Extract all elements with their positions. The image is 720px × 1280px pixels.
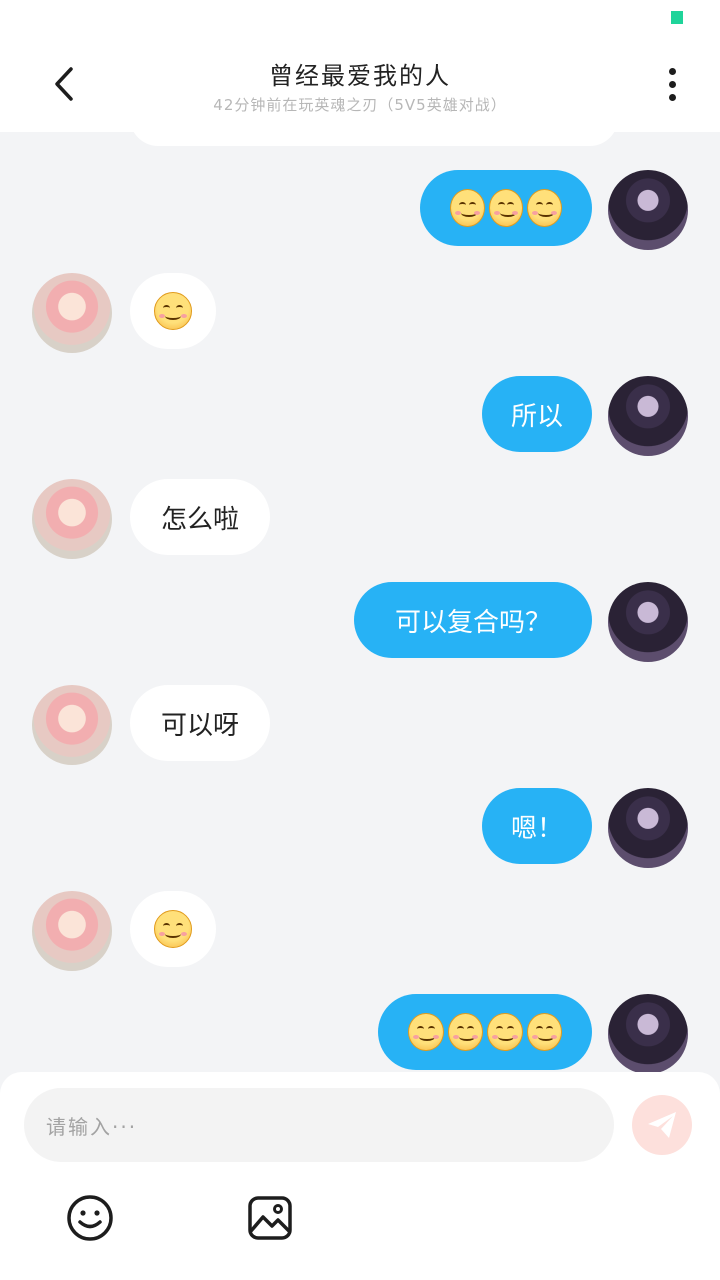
emoji-picker-button[interactable] bbox=[66, 1194, 114, 1242]
message-row: 可以复合吗？ bbox=[0, 582, 720, 662]
message-row bbox=[0, 994, 720, 1072]
contact-message-bubble[interactable] bbox=[130, 891, 216, 967]
status-indicator bbox=[671, 11, 683, 24]
message-row bbox=[0, 170, 720, 250]
my-avatar[interactable] bbox=[608, 170, 688, 250]
message-text: 所以 bbox=[510, 401, 563, 432]
message-row bbox=[0, 273, 720, 353]
previous-message-bubble bbox=[130, 132, 618, 146]
more-options-button[interactable] bbox=[652, 64, 692, 104]
message-composer: 请输入··· bbox=[0, 1072, 720, 1280]
smile-emoji-icon bbox=[527, 189, 563, 227]
message-list[interactable]: 所以 怎么啦 可以复合吗？ 可以呀 嗯！ bbox=[0, 132, 720, 1072]
contact-avatar[interactable] bbox=[32, 685, 112, 765]
my-avatar[interactable] bbox=[608, 994, 688, 1072]
smile-emoji-icon bbox=[408, 1013, 444, 1051]
message-input[interactable]: 请输入··· bbox=[24, 1088, 614, 1162]
image-icon bbox=[248, 1196, 292, 1240]
message-row: 怎么啦 bbox=[0, 479, 720, 559]
smile-emoji-icon bbox=[450, 189, 485, 227]
my-message-bubble[interactable] bbox=[378, 994, 592, 1070]
contact-avatar[interactable] bbox=[32, 479, 112, 559]
my-message-bubble[interactable] bbox=[420, 170, 592, 246]
message-row: 可以呀 bbox=[0, 685, 720, 765]
smile-emoji-icon bbox=[154, 910, 192, 948]
more-vertical-icon bbox=[668, 67, 676, 75]
my-message-bubble[interactable]: 所以 bbox=[482, 376, 592, 452]
contact-avatar[interactable] bbox=[32, 891, 112, 971]
message-text: 可以呀 bbox=[160, 710, 239, 741]
message-row bbox=[0, 891, 720, 971]
message-row: 所以 bbox=[0, 376, 720, 456]
smile-emoji-icon bbox=[154, 292, 192, 330]
my-message-bubble[interactable]: 可以复合吗？ bbox=[354, 582, 592, 658]
message-input-placeholder: 请输入··· bbox=[46, 1114, 138, 1139]
message-row: 嗯！ bbox=[0, 788, 720, 868]
chat-header: 曾经最爱我的人 42分钟前在玩英魂之刃（5V5英雄对战） bbox=[0, 34, 720, 132]
message-text: 嗯！ bbox=[510, 813, 563, 844]
message-text: 可以复合吗？ bbox=[394, 607, 551, 638]
smile-emoji-icon bbox=[487, 1013, 523, 1051]
contact-avatar[interactable] bbox=[32, 273, 112, 353]
paper-plane-icon bbox=[648, 1112, 676, 1138]
message-text: 怎么啦 bbox=[160, 504, 239, 535]
contact-message-bubble[interactable]: 怎么啦 bbox=[130, 479, 270, 555]
my-avatar[interactable] bbox=[608, 376, 688, 456]
my-message-bubble[interactable]: 嗯！ bbox=[482, 788, 592, 864]
my-avatar[interactable] bbox=[608, 582, 688, 662]
chat-subtitle: 42分钟前在玩英魂之刃（5V5英雄对战） bbox=[213, 96, 507, 114]
smile-emoji-icon bbox=[526, 1013, 562, 1051]
send-button[interactable] bbox=[632, 1095, 692, 1155]
image-picker-button[interactable] bbox=[246, 1194, 294, 1242]
contact-message-bubble[interactable]: 可以呀 bbox=[130, 685, 270, 761]
status-bar bbox=[0, 0, 720, 34]
chat-title: 曾经最爱我的人 bbox=[269, 62, 451, 90]
smiley-icon bbox=[67, 1195, 113, 1241]
smile-emoji-icon bbox=[488, 189, 524, 227]
smile-emoji-icon bbox=[447, 1013, 483, 1051]
contact-message-bubble[interactable] bbox=[130, 273, 216, 349]
my-avatar[interactable] bbox=[608, 788, 688, 868]
